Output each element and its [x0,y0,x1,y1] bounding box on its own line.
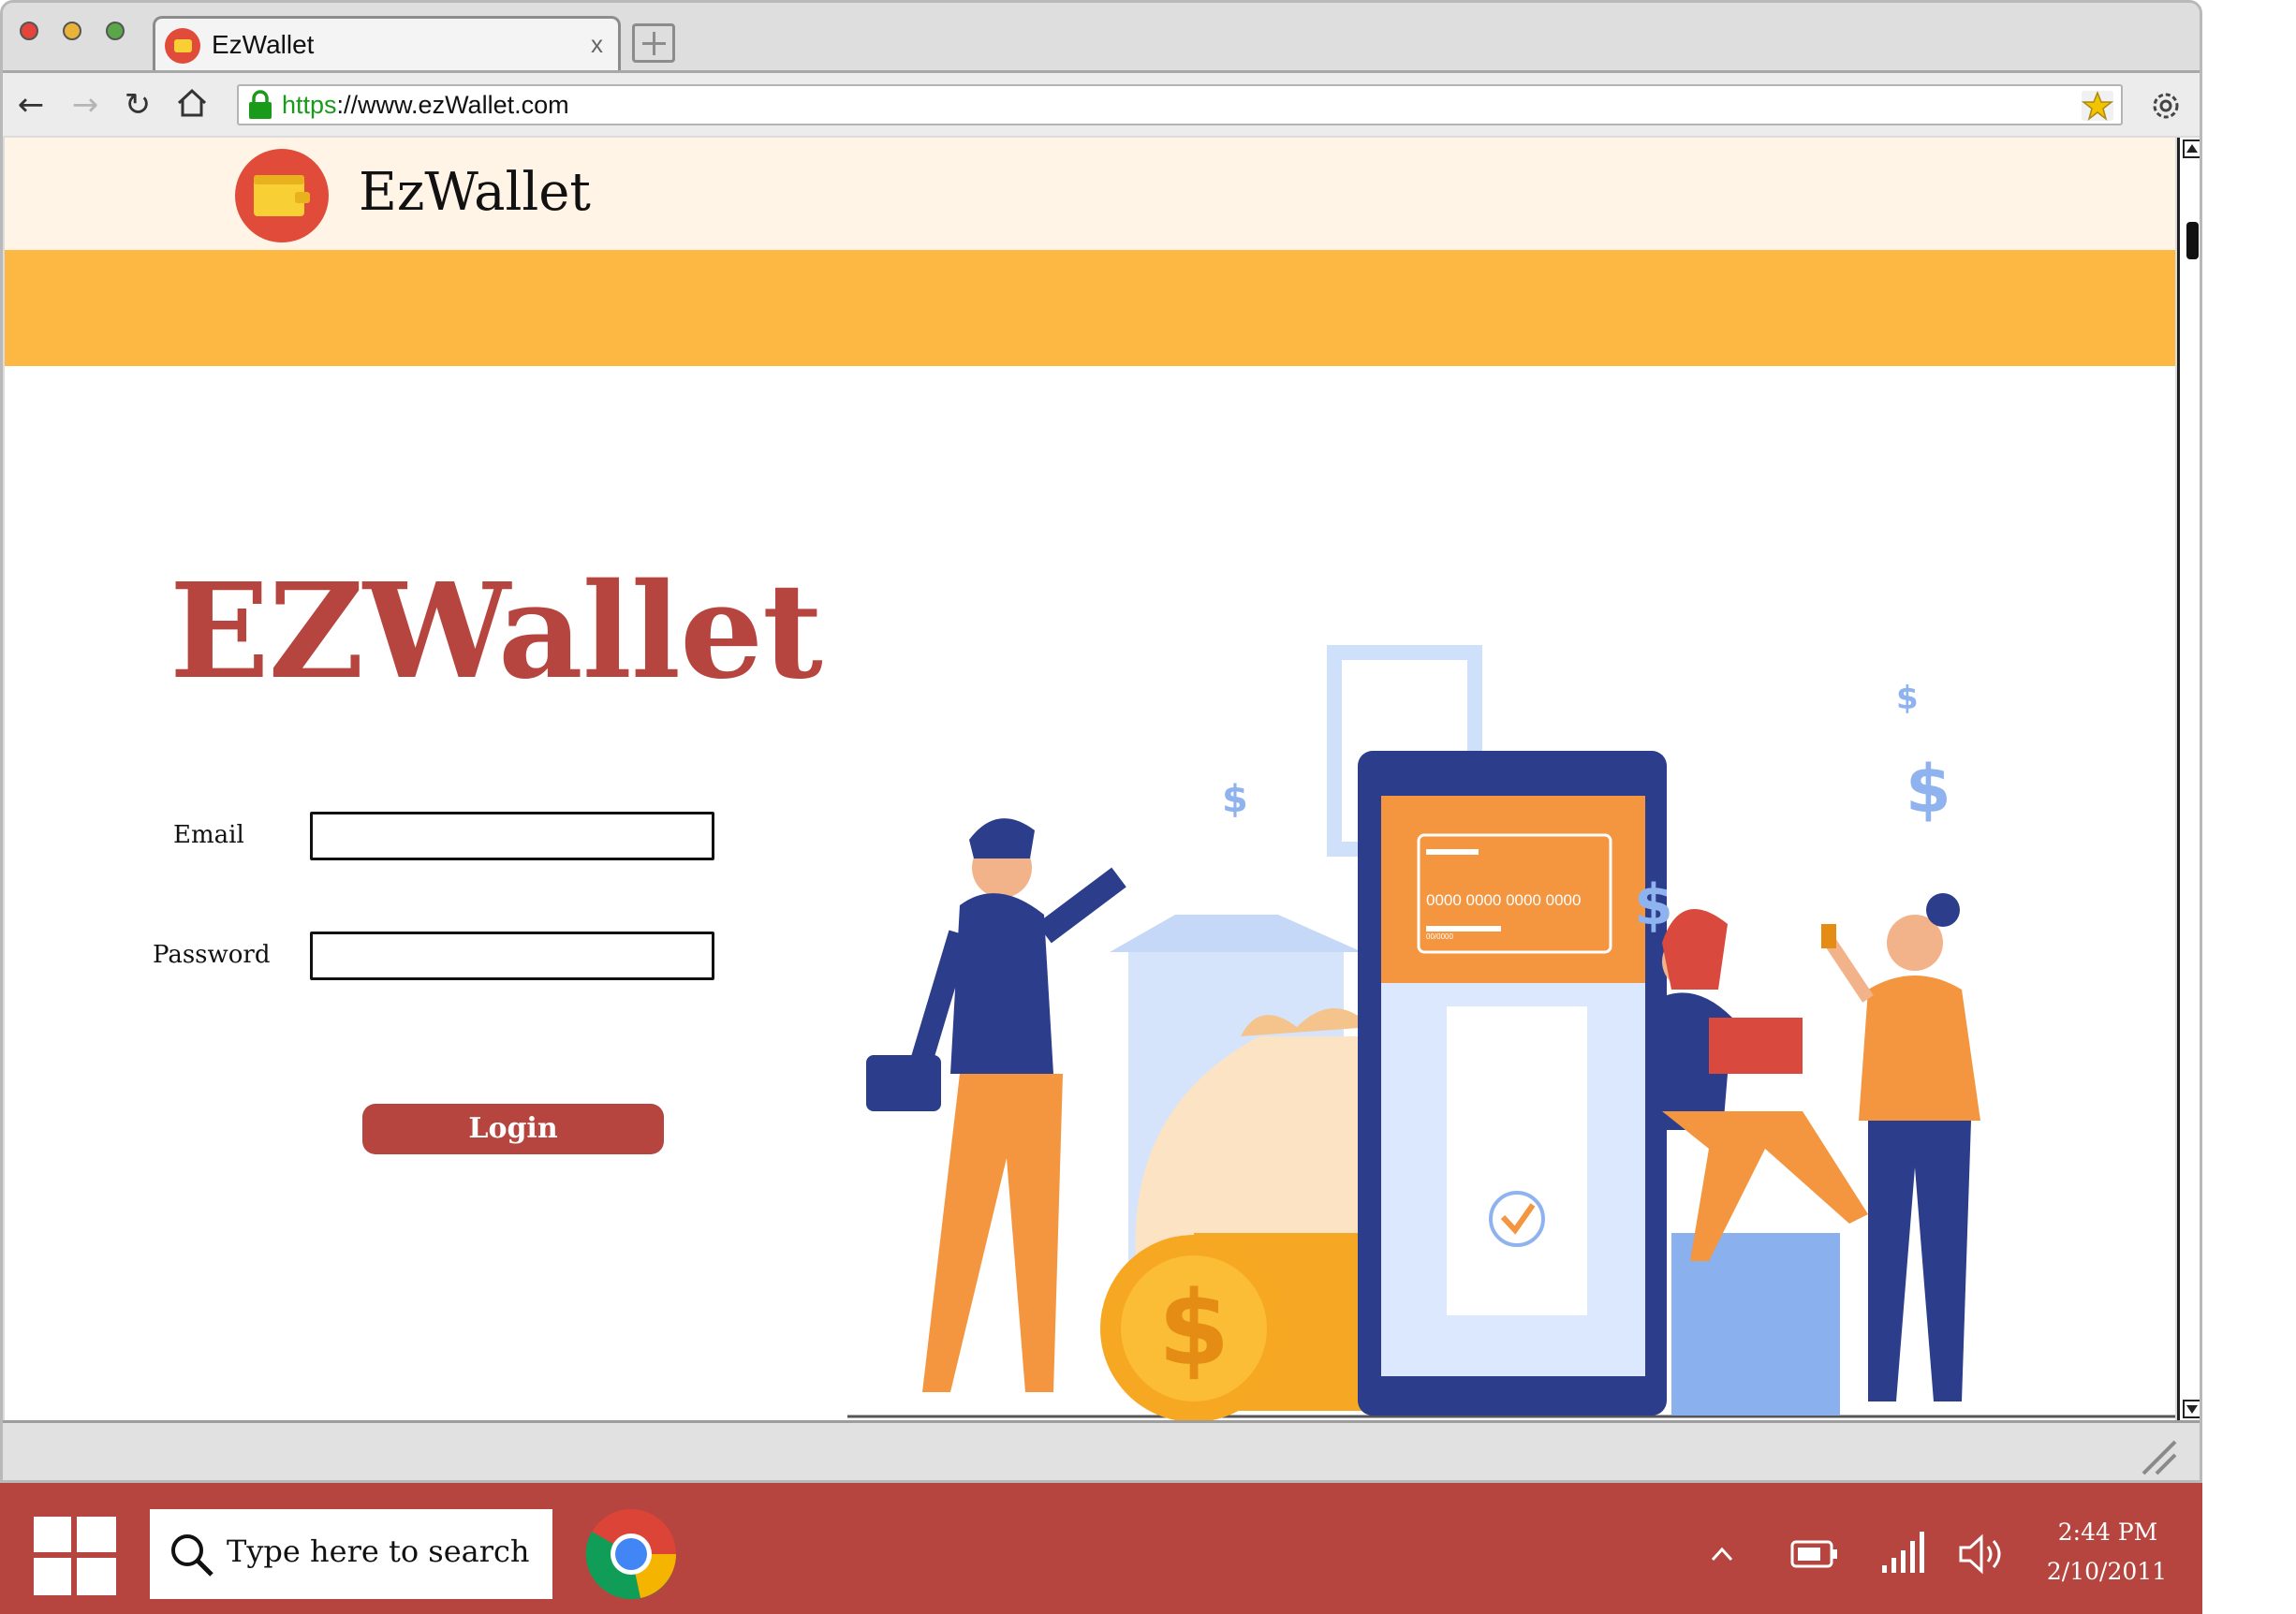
search-icon [171,1534,213,1577]
taskbar: Type here to search 2:44 PM 2/10/2011 [0,1483,2202,1614]
volume-icon[interactable] [1957,1533,2006,1575]
title-bar: EzWallet x [3,3,2200,72]
bank-roof-shape [1110,915,1362,952]
password-label: Password [153,941,271,969]
receipt-shape [1447,1006,1587,1315]
settings-icon[interactable] [2147,87,2185,125]
browser-tab[interactable]: EzWallet x [153,16,621,72]
minimize-window-button[interactable] [63,22,81,40]
navigation-bar: ← → ↻ https://www.ezWallet.com [3,70,2200,136]
battery-icon[interactable] [1790,1539,1839,1569]
brand-name[interactable]: EzWallet [359,162,591,223]
wallet-favicon-icon [165,28,200,64]
bookmark-star-icon[interactable] [2080,88,2115,124]
mobile-payment-illustration: $ 0000 0000 0000 0000 00/0000 $ $ $ $ [847,645,2175,1420]
scroll-thumb[interactable] [2186,222,2199,259]
lock-icon [249,90,272,119]
scroll-up-button[interactable] [2183,139,2200,158]
url-text: https://www.ezWallet.com [282,91,569,119]
clock-date[interactable]: 2/10/2011 [2041,1558,2172,1585]
status-bar [3,1420,2200,1480]
phone-screen-top-shape [1381,796,1645,983]
login-button[interactable]: Login [362,1104,664,1154]
chrome-icon[interactable] [584,1507,678,1601]
password-field[interactable] [310,932,714,980]
forward-icon[interactable]: → [66,86,104,124]
search-placeholder: Type here to search [227,1533,530,1569]
signal-icon[interactable] [1880,1530,1927,1575]
floating-dollar-sign: $ [1896,680,1919,717]
tab-title: EzWallet [212,30,315,59]
site-header: EzWallet [5,138,2175,250]
man-with-briefcase-figure [866,818,1126,1392]
clock-time[interactable]: 2:44 PM [2056,1519,2159,1546]
woman-standing-figure [1821,893,1980,1401]
floating-dollar-sign: $ [1222,778,1248,821]
close-window-button[interactable] [20,22,38,40]
floating-dollar-sign: $ [1634,873,1673,938]
tab-close-button[interactable]: x [591,30,603,59]
dollar-sign-on-coin: $ [1158,1269,1230,1388]
wallet-logo-icon[interactable] [235,149,329,242]
scroll-down-button[interactable] [2183,1400,2200,1418]
hero-title: EZWallet [169,555,823,709]
email-field[interactable] [310,812,714,860]
hero-banner [5,250,2175,366]
floating-dollar-sign: $ [1906,751,1951,828]
page-viewport: EzWallet EZWallet Email Password Login $ [5,138,2175,1420]
reload-icon[interactable]: ↻ [119,86,156,124]
resize-grip-icon[interactable] [2138,1436,2179,1477]
laptop-shape [1709,1018,1803,1074]
card-expiry: 00/0000 [1426,932,1453,941]
back-icon[interactable]: ← [12,86,50,124]
taskbar-search-box[interactable]: Type here to search [150,1509,552,1599]
maximize-window-button[interactable] [106,22,125,40]
browser-window: EzWallet x ← → ↻ https://www.ezWallet.co… [0,0,2202,1483]
address-bar[interactable]: https://www.ezWallet.com [237,84,2123,125]
chevron-up-icon[interactable] [1710,1545,1734,1563]
windows-icon[interactable] [34,1517,116,1595]
email-label: Email [173,821,244,849]
new-tab-button[interactable] [632,23,675,63]
card-number: 0000 0000 0000 0000 [1426,891,1581,909]
home-icon[interactable] [173,86,211,124]
vertical-scrollbar[interactable] [2177,138,2200,1420]
phone-in-hand-shape [1821,924,1836,948]
